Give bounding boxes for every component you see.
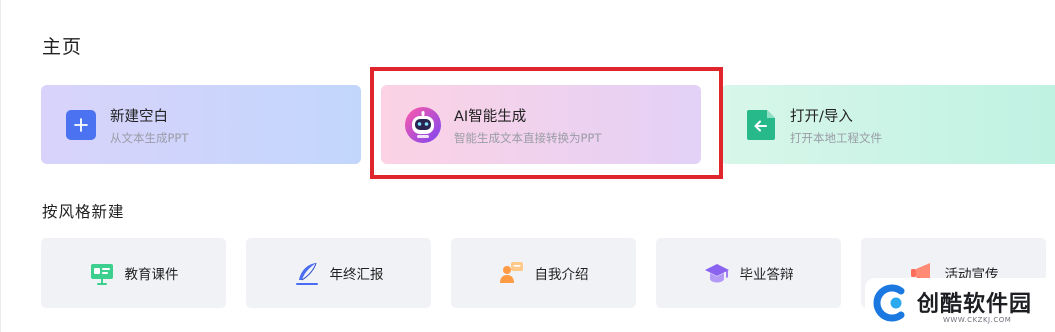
feather-pen-icon — [294, 260, 320, 286]
graduation-cap-icon — [704, 260, 730, 286]
new-blank-card[interactable]: 新建空白 从文本生成PPT — [41, 85, 361, 164]
style-label-graduation: 毕业答辩 — [739, 267, 794, 283]
style-card-annual-report[interactable]: 年终汇报 — [246, 238, 431, 308]
style-card-education[interactable]: 教育课件 — [41, 238, 226, 308]
page-title: 主页 — [42, 36, 83, 58]
watermark-name: 创酷软件园 — [917, 292, 1033, 317]
style-card-self-intro[interactable]: 自我介绍 — [451, 238, 636, 308]
style-card-graduation[interactable]: 毕业答辩 — [656, 238, 841, 308]
open-import-card[interactable]: 打开/导入 打开本地工程文件 — [721, 85, 1055, 164]
open-import-title: 打开/导入 — [790, 109, 853, 125]
style-label-education: 教育课件 — [124, 267, 179, 283]
highlight-frame — [370, 67, 723, 179]
new-blank-title: 新建空白 — [110, 109, 168, 125]
style-section-title: 按风格新建 — [42, 203, 125, 221]
watermark-url: WWW.CKZKJ.COM — [943, 316, 1012, 324]
plus-icon — [66, 110, 96, 140]
style-label-self-intro: 自我介绍 — [534, 267, 589, 283]
watermark-logo-icon — [873, 283, 913, 323]
style-label-annual-report: 年终汇报 — [329, 267, 384, 283]
open-import-subtitle: 打开本地工程文件 — [790, 131, 882, 145]
presentation-board-icon — [89, 260, 115, 286]
person-card-icon — [499, 260, 525, 286]
new-blank-subtitle: 从文本生成PPT — [110, 131, 189, 145]
import-file-icon — [746, 110, 776, 140]
watermark: 创酷软件园 WWW.CKZKJ.COM — [865, 278, 1055, 332]
left-divider — [0, 0, 1, 332]
